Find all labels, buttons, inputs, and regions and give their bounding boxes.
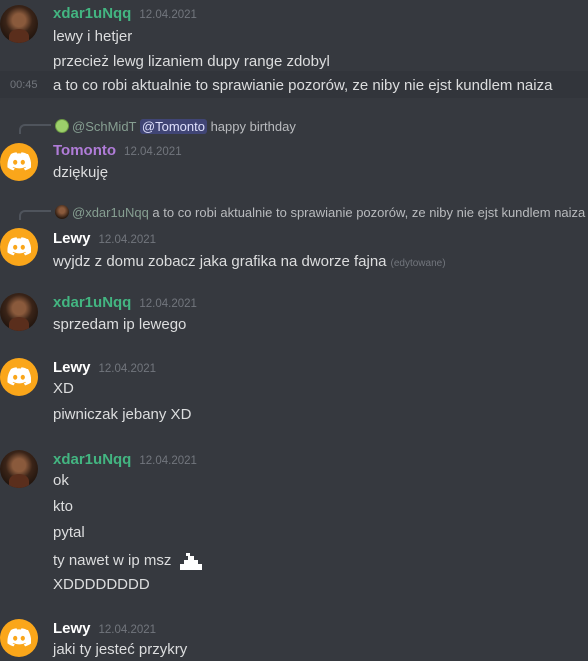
timestamp: 12.04.2021 (139, 9, 197, 21)
avatar[interactable] (0, 450, 38, 488)
emoji-icon (176, 550, 206, 570)
message-text: a to co robi aktualnie to sprawianie poz… (53, 77, 553, 94)
username-label[interactable]: Lewy (53, 620, 91, 637)
username[interactable]: xdar1uNqq 12.04.2021 (53, 294, 197, 311)
message-text: wyjdz z domu zobacz jaka grafika na dwor… (53, 253, 446, 270)
edited-label: (edytowane) (390, 258, 446, 269)
username-label[interactable]: Lewy (53, 359, 91, 376)
reply-connector (19, 124, 51, 134)
username-label[interactable]: Lewy (53, 230, 91, 247)
username-label[interactable]: xdar1uNqq (53, 294, 131, 311)
timestamp: 12.04.2021 (124, 146, 182, 158)
discord-logo-icon (7, 628, 31, 647)
message-body: wyjdz z domu zobacz jaka grafika na dwor… (53, 253, 387, 270)
message-text: dziękuję (53, 164, 109, 181)
message-text: lewy i hetjer (53, 28, 133, 45)
avatar[interactable] (0, 143, 38, 181)
message-text: XDDDDDDDD (53, 576, 150, 593)
discord-logo-icon (7, 237, 31, 256)
message-text: piwniczak jebany XD (53, 406, 192, 423)
discord-logo-icon (7, 367, 31, 386)
reply-text: a to co robi aktualnie to sprawianie poz… (152, 205, 586, 220)
message-text: kto (53, 498, 74, 515)
message-text: przecież lewg lizaniem dupy range zdobyl (53, 53, 330, 70)
username[interactable]: Tomonto 12.04.2021 (53, 142, 182, 159)
hover-timestamp: 00:45 (10, 79, 38, 91)
reply-text: happy birthday (210, 119, 296, 134)
reply-author[interactable]: @xdar1uNqq (72, 205, 149, 220)
reply-avatar-icon (55, 205, 69, 219)
avatar[interactable] (0, 619, 38, 657)
avatar[interactable] (0, 5, 38, 43)
username-label[interactable]: xdar1uNqq (53, 5, 131, 22)
message-text: ty nawet w ip msz (53, 550, 206, 570)
message-text: XD (53, 380, 74, 397)
username[interactable]: xdar1uNqq 12.04.2021 (53, 5, 197, 22)
timestamp: 12.04.2021 (98, 234, 157, 246)
username-label[interactable]: Tomonto (53, 142, 116, 159)
message-body: ty nawet w ip msz (53, 552, 172, 569)
mention[interactable]: @Tomonto (139, 119, 207, 134)
username[interactable]: Lewy 12.04.2021 (53, 620, 156, 637)
message-text: sprzedam ip lewego (53, 316, 187, 333)
avatar[interactable] (0, 228, 38, 266)
timestamp: 12.04.2021 (139, 298, 197, 310)
reply-preview[interactable]: @SchMidT @Tomonto happy birthday (55, 119, 296, 134)
discord-logo-icon (7, 152, 31, 171)
reply-author[interactable]: @SchMidT (72, 119, 136, 134)
username[interactable]: Lewy 12.04.2021 (53, 230, 156, 247)
timestamp: 12.04.2021 (98, 624, 157, 636)
username[interactable]: xdar1uNqq 12.04.2021 (53, 451, 197, 468)
avatar[interactable] (0, 293, 38, 331)
reply-avatar-icon (55, 119, 69, 133)
timestamp: 12.04.2021 (139, 455, 197, 467)
message-text: ok (53, 472, 69, 489)
message-text: jaki ty jesteć przykry (53, 641, 188, 658)
timestamp: 12.04.2021 (98, 363, 157, 375)
avatar[interactable] (0, 358, 38, 396)
username-label[interactable]: xdar1uNqq (53, 451, 131, 468)
reply-preview[interactable]: @xdar1uNqq a to co robi aktualnie to spr… (55, 205, 585, 220)
message-text: pytal (53, 524, 85, 541)
username[interactable]: Lewy 12.04.2021 (53, 359, 156, 376)
reply-connector (19, 210, 51, 220)
